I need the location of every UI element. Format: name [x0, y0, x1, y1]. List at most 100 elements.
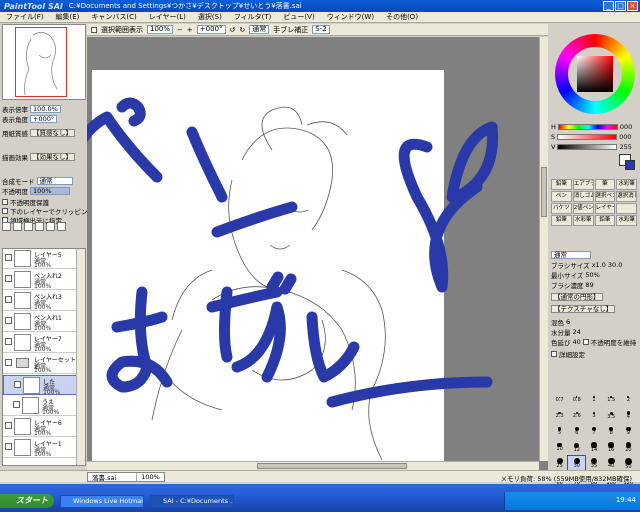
brush-size-preset[interactable]: 40: [603, 456, 620, 471]
layer-item[interactable]: ペン入れ2 通常 100%: [3, 270, 77, 290]
taskbar-item-sai[interactable]: SAI - C:¥Documents ...: [150, 495, 234, 508]
zoom-field[interactable]: 100.0%: [30, 104, 61, 113]
menu-filter[interactable]: フィルタ(T): [228, 12, 278, 22]
canvas-vertical-scrollbar[interactable]: [539, 37, 548, 461]
zoom-out-icon[interactable]: −: [177, 26, 183, 34]
menu-window[interactable]: ウィンドウ(W): [321, 12, 380, 22]
tool-empty[interactable]: [616, 203, 637, 214]
tool-binary-pen[interactable]: 2値ペン: [572, 203, 594, 214]
rotate-left-icon[interactable]: ↺: [230, 26, 236, 34]
canvas-area[interactable]: [87, 37, 548, 470]
tool-select-eraser[interactable]: 選択消し: [616, 191, 637, 202]
navigator-preview[interactable]: [2, 24, 86, 100]
menu-other[interactable]: その他(O): [380, 12, 424, 22]
maximize-button[interactable]: □: [615, 1, 626, 11]
brush-size-preset[interactable]: 10: [551, 440, 568, 455]
brush-size-preset[interactable]: 2.3: [551, 408, 568, 423]
layer-item[interactable]: レイヤー1 通常 100%: [3, 438, 77, 458]
layer-item[interactable]: レイヤー6 通常 100%: [3, 417, 77, 437]
min-size-value[interactable]: 50%: [585, 271, 599, 279]
tool-select-pen[interactable]: 選択ペン: [594, 191, 616, 202]
tool-bucket[interactable]: バケツ: [551, 203, 572, 214]
brush-texture-select[interactable]: 【テクスチャなし】: [551, 304, 616, 313]
stabilizer-select[interactable]: S-2: [312, 25, 330, 34]
visibility-toggle-icon[interactable]: [5, 254, 12, 261]
layer-item[interactable]: ペン入れ1 通常 100%: [3, 312, 77, 332]
canvas-horizontal-scrollbar[interactable]: [87, 461, 539, 470]
tool-pen[interactable]: ペン: [551, 191, 572, 202]
close-button[interactable]: ×: [627, 1, 638, 11]
brush-size-preset[interactable]: 4: [620, 408, 637, 423]
brush-size-preset[interactable]: 3.5: [603, 408, 620, 423]
layer-item[interactable]: レイヤー7 通常 100%: [3, 333, 77, 353]
brush-size-preset[interactable]: 16: [603, 440, 620, 455]
brush-size-preset[interactable]: 12: [568, 440, 585, 455]
merge-down-icon[interactable]: [46, 222, 55, 231]
brush-size-preset[interactable]: 3: [585, 408, 602, 423]
minimize-button[interactable]: _: [603, 1, 614, 11]
menu-canvas[interactable]: キャンバス(C): [85, 12, 142, 22]
new-layer-icon[interactable]: [2, 222, 11, 231]
show-selection-checkbox[interactable]: [91, 26, 97, 33]
rotate-right-icon[interactable]: ↻: [239, 26, 245, 34]
menu-layer[interactable]: レイヤー(L): [143, 12, 192, 22]
brush-size-multiplier[interactable]: x1.0: [592, 261, 606, 269]
layer-item[interactable]: うえ 通常 100%: [3, 396, 77, 416]
visibility-toggle-icon[interactable]: [5, 338, 12, 345]
document-tab[interactable]: 落書.sai 100%: [87, 471, 165, 482]
brush-size-preset[interactable]: 8: [603, 424, 620, 439]
effect-select[interactable]: 【効果なし】: [30, 152, 75, 161]
brush-shape-select[interactable]: 【通常の円形】: [551, 292, 603, 301]
layer-list-scrollbar[interactable]: [76, 249, 85, 465]
visibility-toggle-icon[interactable]: [5, 422, 12, 429]
tool-pencil[interactable]: 鉛筆: [551, 179, 572, 190]
tool-watercolor-2[interactable]: 水彩筆: [572, 215, 594, 226]
secondary-color-swatch[interactable]: [625, 160, 635, 170]
brush-size-preset[interactable]: 30: [567, 455, 587, 472]
tool-brush[interactable]: 筆: [594, 179, 616, 190]
visibility-toggle-icon[interactable]: [5, 275, 12, 282]
brush-size-preset[interactable]: 2: [620, 392, 637, 407]
visibility-toggle-icon[interactable]: [13, 401, 20, 408]
water-value[interactable]: 24: [573, 328, 581, 336]
tool-airbrush[interactable]: エアブラシ: [572, 179, 594, 190]
brush-size-preset[interactable]: 0.8: [568, 392, 585, 407]
brush-size-preset[interactable]: 20: [620, 440, 637, 455]
opacity-slider[interactable]: 100%: [30, 186, 70, 195]
protect-opacity-checkbox[interactable]: [2, 198, 8, 205]
menu-view[interactable]: ビュー(V): [277, 12, 320, 22]
new-layer-set-icon[interactable]: [24, 222, 33, 231]
angle-field[interactable]: +000°: [30, 114, 58, 123]
brush-size-preset[interactable]: 1: [585, 392, 602, 407]
layer-item[interactable]: レイヤー5 通常 100%: [3, 249, 77, 269]
clipping-checkbox[interactable]: [2, 207, 8, 214]
detail-settings-checkbox[interactable]: [551, 350, 557, 357]
brush-size-preset[interactable]: 25: [551, 456, 568, 471]
layer-set-item[interactable]: レイヤーセット1 通常 100%: [3, 354, 77, 374]
navigator-view-frame[interactable]: [15, 27, 67, 97]
menu-edit[interactable]: 編集(E): [50, 12, 86, 22]
density-value[interactable]: 89: [585, 281, 593, 289]
blend-value[interactable]: 6: [566, 318, 570, 326]
zoom-select[interactable]: 100%: [147, 25, 174, 34]
tool-pencil-3[interactable]: 鉛筆: [594, 215, 616, 226]
start-button[interactable]: スタート: [0, 494, 54, 508]
tool-eraser[interactable]: 消しゴム: [572, 191, 594, 202]
layer-item-selected[interactable]: した 通常 100%: [3, 375, 77, 396]
brush-size-preset[interactable]: 6: [568, 424, 585, 439]
color-wheel[interactable]: [555, 34, 635, 114]
brush-size-preset[interactable]: 0.7: [551, 392, 568, 407]
clear-layer-icon[interactable]: [57, 222, 66, 231]
persistence-value[interactable]: 40: [573, 338, 581, 346]
visibility-toggle-icon[interactable]: [5, 317, 12, 324]
menu-select[interactable]: 選択(S): [192, 12, 228, 22]
rotation-select[interactable]: +000°: [196, 25, 226, 34]
saturation-slider[interactable]: [557, 133, 618, 140]
new-linework-layer-icon[interactable]: [13, 222, 22, 231]
brush-size-preset[interactable]: 1.5: [603, 392, 620, 407]
visibility-toggle-icon[interactable]: [5, 296, 12, 303]
value-slider[interactable]: [557, 143, 618, 150]
brush-size-preset[interactable]: 2.6: [568, 408, 585, 423]
horizontal-scroll-thumb[interactable]: [257, 463, 407, 469]
brush-size-value[interactable]: 30.0: [608, 261, 622, 269]
